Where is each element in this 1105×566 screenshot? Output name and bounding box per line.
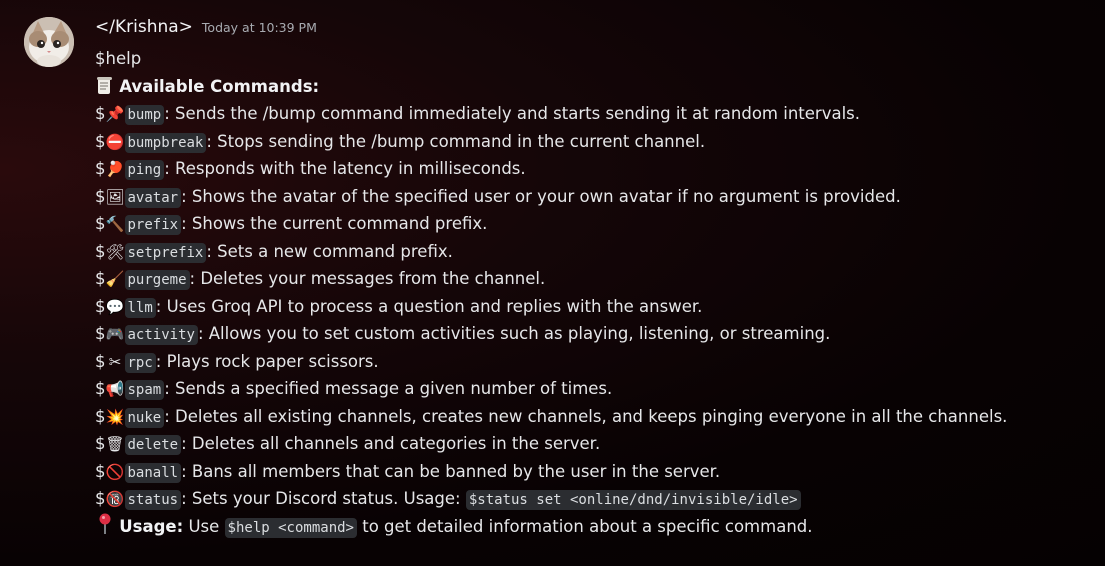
command-description: : Responds with the latency in milliseco… bbox=[164, 159, 526, 178]
command-prefix: $ bbox=[95, 296, 106, 316]
command-description: : Stops sending the /bump command in the… bbox=[206, 131, 706, 151]
command-prefix: $ bbox=[95, 241, 106, 261]
command-description: : Uses Groq API to process a question an… bbox=[155, 296, 703, 316]
usage-label: Usage: bbox=[119, 516, 184, 536]
command-name: prefix bbox=[124, 215, 182, 235]
game-controller-icon: 🎮 bbox=[105, 325, 125, 343]
command-prefix: $ bbox=[95, 379, 106, 398]
command-prefix: $ bbox=[95, 489, 106, 508]
command-name: rpc bbox=[124, 352, 156, 373]
command-list: $📌 bump: Sends the /bump command immediat… bbox=[95, 100, 1085, 513]
picture-icon: 🖼 bbox=[105, 187, 125, 206]
command-description: : Deletes your messages from the channel… bbox=[189, 269, 546, 288]
command-item-avatar: $🖼 avatar: Shows the avatar of the specif… bbox=[95, 183, 1085, 211]
command-name: activity bbox=[124, 325, 198, 345]
megaphone-icon: 📢 bbox=[105, 380, 125, 398]
cat-avatar-image bbox=[24, 17, 74, 67]
command-name: bumpbreak bbox=[124, 132, 207, 153]
usage-line: Usage: Use $help <command> to get detail… bbox=[95, 513, 1085, 541]
command-item-ping: $🏓 ping: Responds with the latency in mil… bbox=[95, 155, 1085, 183]
command-item-purgeme: $🧹 purgeme: Deletes your messages from th… bbox=[95, 265, 1085, 293]
wastebasket-icon: 🗑 bbox=[105, 435, 125, 453]
command-item-nuke: $💥 nuke: Deletes all existing channels, c… bbox=[95, 403, 1085, 431]
broom-icon: 🧹 bbox=[105, 270, 125, 288]
command-name: setprefix bbox=[124, 242, 207, 263]
command-item-banall: $🚫 banall: Bans all members that can be b… bbox=[95, 458, 1085, 486]
pushpin-icon: 📌 bbox=[105, 105, 125, 123]
command-prefix: $ bbox=[95, 186, 106, 206]
command-prefix: $ bbox=[95, 269, 106, 288]
commands-heading-text: Available Commands: bbox=[119, 76, 320, 96]
command-name: llm bbox=[124, 297, 156, 318]
command-text: $help bbox=[95, 49, 142, 68]
command-prefix: $ bbox=[95, 434, 106, 453]
command-name: spam bbox=[124, 380, 165, 400]
command-item-rpc: $ ✂ rpc: Plays rock paper scissors. bbox=[95, 348, 1085, 376]
usage-text-before: Use bbox=[183, 516, 225, 536]
command-item-bumpbreak: $⛔ bumpbreak: Stops sending the /bump com… bbox=[95, 128, 1085, 156]
no-one-under-eighteen-icon: 🔞 bbox=[105, 490, 125, 508]
timestamp[interactable]: Today at 10:39 PM bbox=[202, 20, 317, 35]
command-item-spam: $📢 spam: Sends a specified message a give… bbox=[95, 375, 1085, 403]
hammer-icon: 🔨 bbox=[105, 215, 125, 233]
command-description: : Sets your Discord status. Usage: bbox=[181, 489, 466, 508]
command-name: purgeme bbox=[124, 270, 190, 290]
command-description: : Shows the avatar of the specified user… bbox=[181, 186, 901, 206]
usage-text-after: to get detailed information about a spec… bbox=[356, 516, 813, 536]
message-header: </Krishna> Today at 10:39 PM bbox=[95, 17, 1085, 45]
command-description: : Sets a new command prefix. bbox=[206, 241, 453, 261]
tools-icon: 🛠 bbox=[105, 242, 125, 261]
command-name: delete bbox=[124, 435, 182, 455]
command-description: : Shows the current command prefix. bbox=[181, 214, 488, 233]
command-name: status bbox=[124, 490, 182, 510]
scroll-icon bbox=[95, 74, 114, 102]
explosion-icon: 💥 bbox=[105, 407, 125, 426]
command-item-delete: $🗑 delete: Deletes all channels and categ… bbox=[95, 430, 1085, 458]
round-pushpin-icon bbox=[95, 513, 114, 542]
command-name: ping bbox=[124, 160, 165, 180]
command-description: : Allows you to set custom activities su… bbox=[197, 324, 831, 343]
command-item-prefix: $🔨 prefix: Shows the current command pref… bbox=[95, 210, 1085, 238]
command-prefix: $ bbox=[95, 104, 106, 123]
command-prefix: $ bbox=[95, 131, 106, 151]
command-item-setprefix: $🛠 setprefix: Sets a new command prefix. bbox=[95, 238, 1085, 266]
prohibited-icon: 🚫 bbox=[105, 462, 125, 481]
command-description: : Sends the /bump command immediately an… bbox=[164, 104, 860, 123]
command-prefix: $ bbox=[95, 159, 106, 178]
user-avatar[interactable] bbox=[24, 17, 74, 67]
command-description: : Deletes all channels and categories in… bbox=[181, 434, 601, 453]
command-description: : Plays rock paper scissors. bbox=[155, 351, 379, 371]
command-description: : Sends a specified message a given numb… bbox=[164, 379, 613, 398]
command-description: : Deletes all existing channels, creates… bbox=[164, 406, 1008, 426]
command-prefix: $ bbox=[95, 324, 106, 343]
command-item-bump: $📌 bump: Sends the /bump command immediat… bbox=[95, 100, 1085, 128]
command-prefix: $ bbox=[95, 351, 106, 371]
command-item-status: $🔞 status: Sets your Discord status. Usag… bbox=[95, 485, 1085, 513]
command-name: bump bbox=[124, 105, 165, 125]
message-content: </Krishna> Today at 10:39 PM $help Avail… bbox=[95, 17, 1085, 540]
usage-code: $help <command> bbox=[224, 517, 357, 538]
command-item-activity: $🎮 activity: Allows you to set custom act… bbox=[95, 320, 1085, 348]
command-prefix: $ bbox=[95, 214, 106, 233]
command-name: avatar bbox=[124, 187, 182, 208]
command-name: banall bbox=[124, 462, 182, 483]
scissors-icon: ✂ bbox=[108, 352, 122, 371]
command-name: nuke bbox=[124, 407, 165, 428]
command-item-llm: $💬 llm: Uses Groq API to process a questi… bbox=[95, 293, 1085, 321]
command-description: : Bans all members that can be banned by… bbox=[181, 461, 721, 481]
commands-heading: Available Commands: bbox=[95, 73, 1085, 101]
command-prefix: $ bbox=[95, 461, 106, 481]
ping-pong-icon: 🏓 bbox=[105, 160, 125, 178]
username[interactable]: </Krishna> bbox=[95, 17, 193, 37]
command-usage-code: $status set <online/dnd/invisible/idle> bbox=[465, 490, 801, 510]
command-prefix: $ bbox=[95, 406, 106, 426]
speech-bubble-icon: 💬 bbox=[105, 297, 125, 316]
no-entry-icon: ⛔ bbox=[105, 132, 125, 151]
